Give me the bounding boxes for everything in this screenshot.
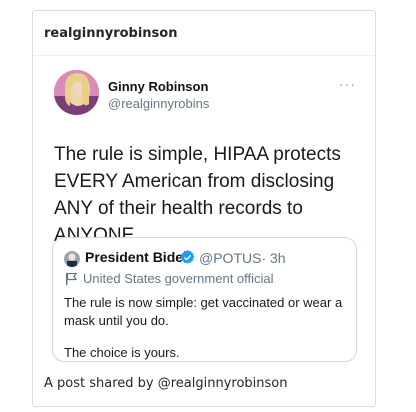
quoted-author-name[interactable]: President Biden <box>85 249 192 265</box>
embed-footer: A post shared by @realginnyrobinson <box>33 365 375 406</box>
quoted-tweet[interactable]: President Biden @POTUS· 3h United States… <box>52 237 357 362</box>
more-options-icon[interactable]: ··· <box>339 76 356 92</box>
quoted-avatar-image <box>64 251 80 267</box>
author-avatar[interactable] <box>54 70 99 115</box>
author-name[interactable]: Ginny Robinson <box>108 79 208 94</box>
tweet-screenshot: Ginny Robinson @realginnyrobins ··· The … <box>52 58 360 368</box>
author-handle[interactable]: @realginnyrobins <box>108 96 209 111</box>
flag-icon <box>66 272 77 285</box>
quoted-tweet-text: The rule is now simple: get vaccinated o… <box>64 295 343 328</box>
government-label: United States government official <box>83 271 274 286</box>
quoted-author-avatar[interactable] <box>64 251 80 267</box>
quoted-author-handle[interactable]: @POTUS <box>199 250 261 266</box>
embed-header-username[interactable]: realginnyrobinson <box>33 11 375 56</box>
quoted-tweet-time[interactable]: · 3h <box>261 250 285 266</box>
quoted-author-handle-time[interactable]: @POTUS· 3h <box>199 250 286 266</box>
footer-prefix: A post shared by <box>44 376 154 391</box>
tweet-text: The rule is simple, HIPAA protects EVERY… <box>54 144 341 246</box>
footer-profile-link[interactable]: @realginnyrobinson <box>158 376 288 391</box>
verified-badge-icon <box>180 250 195 264</box>
instagram-embed: realginnyrobinson Ginny Robinson @realgi… <box>32 10 376 407</box>
quoted-tweet-text-2: The choice is yours. <box>64 345 180 360</box>
avatar-image <box>54 70 99 115</box>
